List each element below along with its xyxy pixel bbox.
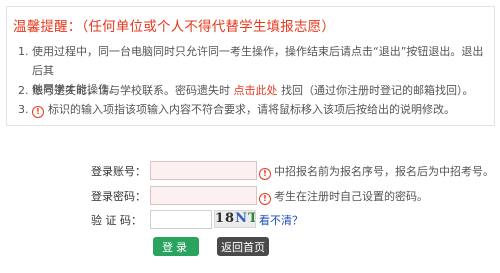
notice-item-3: 3.! 标识的输入项指该项输入内容不符合要求，请将鼠标移入该项后按给出的说明修改。 [18,100,455,119]
account-hint: ! 中招报名前为报名序号，报名后为中招考号。 [259,163,494,180]
notice-item-text: 账号遗失时，请与学校联系。密码遗失时 [32,84,234,97]
captcha-char: T [248,211,255,226]
notice-item-text-post: 找回（通过你注册时登记的邮箱找回）。 [277,84,474,97]
back-home-button[interactable]: 返回首页 [217,237,269,256]
captcha-label: 验 证 码： [91,214,142,227]
alert-icon: ! [259,168,271,180]
notice-item-2: 2. 账号遗失时，请与学校联系。密码遗失时 点击此处 找回（通过你注册时登记的邮箱… [18,81,474,100]
login-button[interactable]: 登录 [153,237,199,256]
password-hint: ! 考生在注册时自己设置的密码。 [259,188,428,205]
password-hint-text: 考生在注册时自己设置的密码。 [274,190,428,203]
captcha-image[interactable]: 18NT [214,210,256,228]
notice-item-text: 标识的输入项指该项输入内容不符合要求，请将鼠标移入该项后按给出的说明修改。 [48,103,455,116]
account-label: 登录账号： [91,165,146,178]
alert-icon: ! [32,106,44,118]
captcha-input[interactable] [150,210,212,229]
password-label: 登录密码： [91,190,146,203]
notice-title: 温馨提醒：（任何单位或个人不得代替学生填报志愿） [13,19,336,35]
notice-item-number: 3. [18,103,29,116]
account-input[interactable] [150,161,257,180]
account-hint-text: 中招报名前为报名序号，报名后为中招考号。 [274,165,494,178]
refresh-captcha-link[interactable]: 看不清？ [259,212,303,228]
notice-item-number: 2. [18,84,29,97]
recover-password-link[interactable]: 点击此处 [234,84,278,97]
notice-item-number: 1. [18,45,29,58]
captcha-char: N [235,211,248,226]
captcha-char: 8 [225,211,236,226]
captcha-char: 1 [215,211,226,226]
password-input[interactable] [150,186,257,205]
alert-icon: ! [259,193,271,205]
notice-box: 温馨提醒：（任何单位或个人不得代替学生填报志愿） 1. 使用过程中，同一台电脑同时… [6,6,495,126]
notice-item-text: 使用过程中，同一台电脑同时只允许同一考生操作，操作结束后请点击“退出”按钮退出。… [32,45,484,77]
